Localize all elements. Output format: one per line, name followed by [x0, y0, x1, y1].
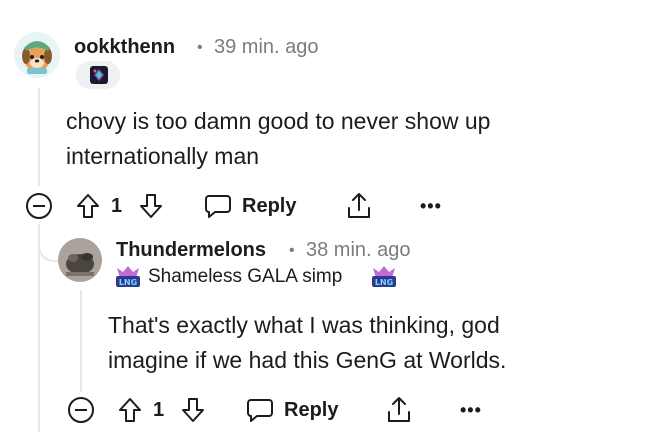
downvote-arrow-icon[interactable] — [180, 396, 206, 424]
collapse-minus-icon[interactable] — [25, 192, 53, 220]
comment-username[interactable]: Thundermelons — [116, 239, 266, 262]
comment-body-line: chovy is too damn good to never show up — [66, 108, 491, 134]
vote-count: 1 — [111, 195, 123, 217]
thread-line-reply — [80, 290, 82, 392]
reply-button-label: Reply — [242, 195, 297, 217]
more-options-icon[interactable]: ••• — [460, 400, 482, 421]
comment-body: That's exactly what I was thinking, god … — [108, 308, 648, 378]
more-options-icon[interactable]: ••• — [420, 196, 442, 217]
reply-button[interactable]: Reply — [242, 390, 346, 430]
flair-badge-text: LNG — [119, 278, 137, 287]
thread-line-main — [38, 88, 40, 186]
vote-count: 1 — [153, 399, 165, 421]
share-icon[interactable] — [384, 395, 414, 425]
avatar[interactable] — [14, 32, 60, 78]
reply-button[interactable]: Reply — [200, 186, 304, 226]
comment-username[interactable]: ookkthenn — [74, 36, 175, 59]
comment-timestamp[interactable]: 39 min. ago — [214, 36, 319, 59]
speech-bubble-icon — [205, 195, 231, 218]
dog-avatar-icon — [14, 32, 60, 78]
photo-avatar-icon — [58, 238, 102, 282]
gem-badge-icon — [90, 66, 108, 84]
user-flair: LNG Shameless GALA simp LNG — [114, 264, 414, 292]
flair-text: Shameless GALA simp — [148, 266, 343, 287]
comment-body-line: internationally man — [66, 143, 260, 169]
meta-separator: • — [197, 39, 203, 56]
comment-timestamp[interactable]: 38 min. ago — [306, 239, 411, 262]
reply-button-label: Reply — [284, 399, 339, 421]
comment-body: chovy is too damn good to never show up … — [66, 104, 626, 174]
flair-badge-text: LNG — [375, 278, 393, 287]
share-icon[interactable] — [344, 191, 374, 221]
comment-action-bar: 1 Reply ••• — [0, 186, 660, 226]
speech-bubble-icon — [247, 399, 273, 422]
upvote-arrow-icon[interactable] — [75, 192, 101, 220]
meta-separator: • — [289, 242, 295, 259]
upvote-arrow-icon[interactable] — [117, 396, 143, 424]
collapse-minus-icon[interactable] — [67, 396, 95, 424]
comment-body-line: imagine if we had this GenG at Worlds. — [108, 347, 507, 373]
comment-body-line: That's exactly what I was thinking, god — [108, 312, 500, 338]
lng-logo-icon: LNG — [116, 266, 140, 287]
lng-logo-icon: LNG — [372, 266, 396, 287]
comment-action-bar: 1 Reply ••• — [0, 390, 660, 430]
user-trophy-badge[interactable] — [76, 61, 120, 89]
downvote-arrow-icon[interactable] — [138, 192, 164, 220]
avatar[interactable] — [58, 238, 102, 282]
